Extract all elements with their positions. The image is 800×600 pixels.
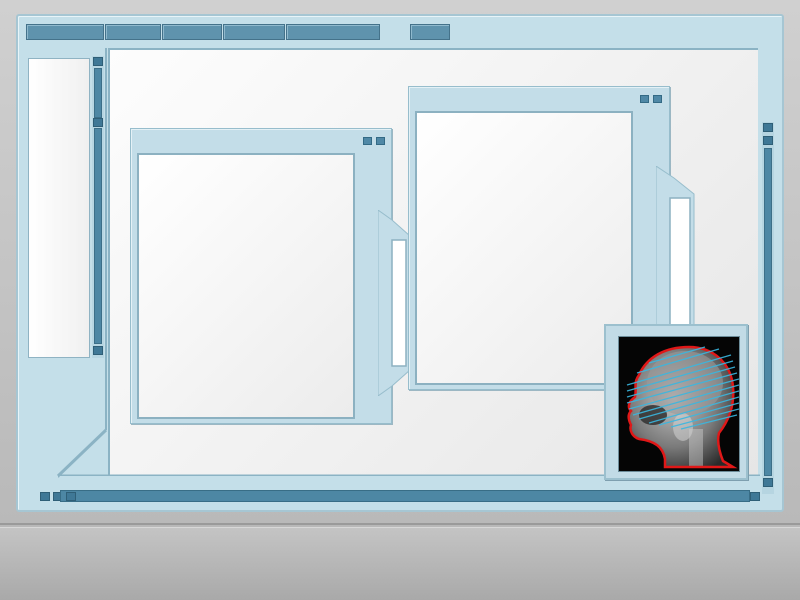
window-minimize-button[interactable] <box>363 137 372 145</box>
viewer-window-a[interactable] <box>130 128 392 424</box>
window-connector-a <box>378 210 411 396</box>
left-scrollbar[interactable] <box>92 56 104 358</box>
left-list-panel[interactable] <box>28 58 90 358</box>
scroll-up-button[interactable] <box>93 57 103 66</box>
viewer-pane-a[interactable] <box>137 153 355 419</box>
tab-4[interactable] <box>223 24 285 40</box>
scroll-right-button[interactable] <box>750 492 760 501</box>
scroll-track-upper <box>94 68 102 118</box>
scroll-thumb[interactable] <box>93 118 103 127</box>
viewer-pane-b[interactable] <box>415 111 633 385</box>
tab-6[interactable] <box>410 24 450 40</box>
scroll-track <box>764 148 772 476</box>
tab-5[interactable] <box>286 24 380 40</box>
window-close-button[interactable] <box>376 137 385 145</box>
xray-thumbnail[interactable] <box>604 324 748 480</box>
xray-head-svg <box>619 337 739 471</box>
scroll-thumb[interactable] <box>763 136 773 145</box>
scroll-track-lower <box>94 128 102 344</box>
window-minimize-button[interactable] <box>640 95 649 103</box>
bottom-panel <box>0 527 800 600</box>
tab-1[interactable] <box>26 24 104 40</box>
window-close-button[interactable] <box>653 95 662 103</box>
xray-head-scan-icon <box>618 336 740 472</box>
horizontal-scrollbar[interactable] <box>60 490 750 502</box>
scroll-down-button[interactable] <box>93 346 103 355</box>
tab-3[interactable] <box>162 24 222 40</box>
scroll-down-button[interactable] <box>763 478 773 487</box>
scroll-up-button[interactable] <box>763 123 773 132</box>
right-scrollbar[interactable] <box>762 122 774 494</box>
scroll-thumb-horizontal[interactable] <box>66 492 76 501</box>
scroll-left-button[interactable] <box>40 492 50 501</box>
tab-2[interactable] <box>105 24 161 40</box>
